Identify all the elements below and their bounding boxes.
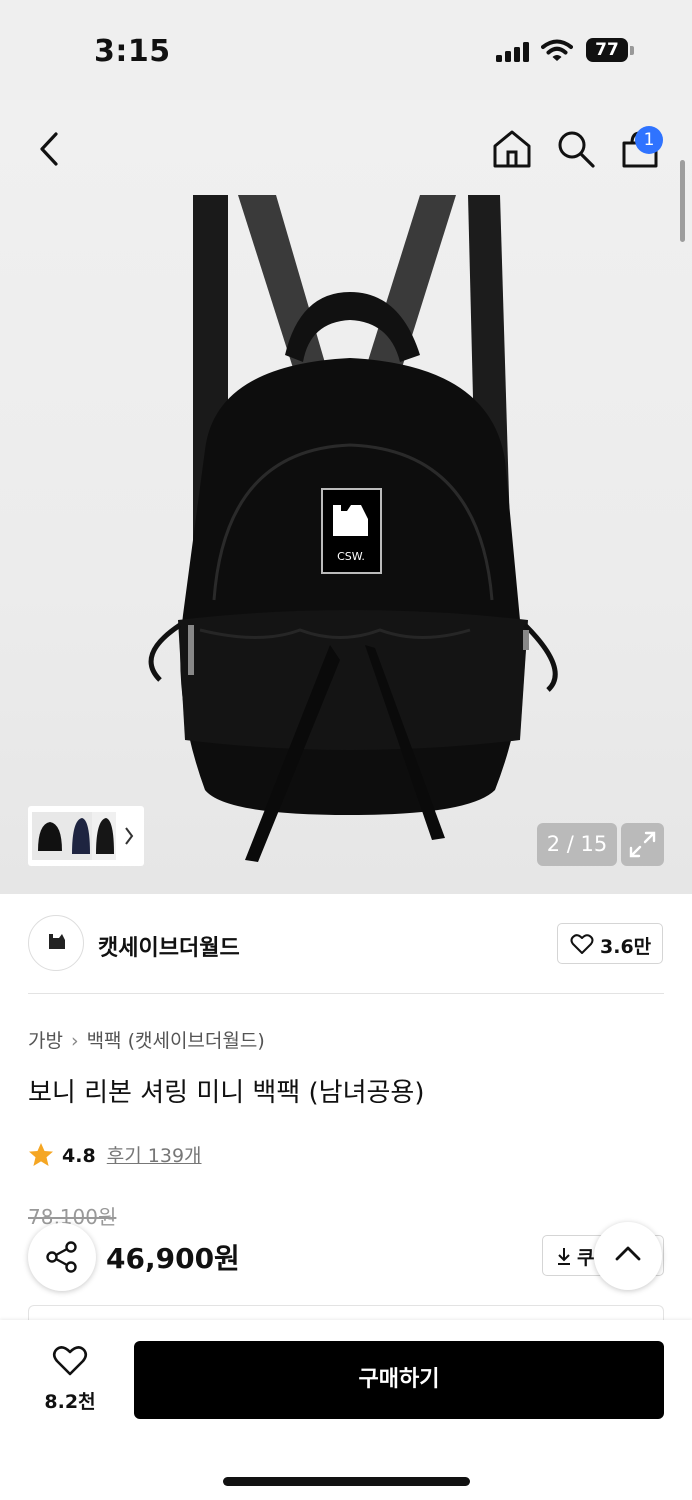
- scroll-indicator[interactable]: [680, 160, 685, 242]
- buy-button[interactable]: 구매하기: [134, 1341, 664, 1419]
- battery-cap: [630, 46, 634, 55]
- brand-like-count: 3.6만: [600, 936, 652, 958]
- breadcrumb-item-category[interactable]: 가방: [28, 1030, 63, 1052]
- wifi-icon: [541, 39, 573, 61]
- scroll-top-button[interactable]: [594, 1222, 662, 1290]
- rating-score: 4.8: [62, 1145, 96, 1167]
- brand-logo-icon: [49, 934, 65, 949]
- backpack-image: CSW.: [148, 195, 558, 862]
- product-image[interactable]: CSW.: [0, 100, 692, 894]
- home-indicator: [223, 1477, 470, 1486]
- share-button[interactable]: [28, 1223, 96, 1291]
- signal-icon: [496, 42, 532, 62]
- thumbnail-strip[interactable]: [28, 806, 144, 866]
- brand-like-button[interactable]: 3.6만: [557, 923, 663, 964]
- chevron-up-icon: [615, 1246, 641, 1261]
- image-counter: 2 / 15: [537, 823, 617, 866]
- breadcrumb-item-subcategory[interactable]: 백팩 (캣세이브더월드): [87, 1030, 265, 1052]
- sale-price: 46,900원: [106, 1242, 240, 1275]
- product-title: 보니 리본 셔링 미니 백팩 (남녀공용): [28, 1078, 425, 1108]
- divider: [28, 993, 664, 994]
- home-icon[interactable]: [491, 128, 533, 170]
- review-link[interactable]: 후기 139개: [107, 1145, 202, 1167]
- wishlist-count: 8.2천: [44, 1391, 96, 1413]
- back-icon[interactable]: [30, 128, 72, 170]
- cart-badge: 1: [635, 126, 663, 154]
- battery-indicator: 77: [586, 38, 628, 62]
- star-icon: [29, 1143, 53, 1166]
- heart-icon: [570, 934, 594, 954]
- search-icon[interactable]: [555, 128, 597, 170]
- thumbnail-images: [32, 812, 134, 860]
- brand-name[interactable]: 캣세이브더월드: [98, 930, 240, 962]
- status-time: 3:15: [94, 34, 171, 69]
- wishlist-heart-icon[interactable]: [52, 1345, 88, 1377]
- share-icon: [46, 1241, 77, 1273]
- expand-button[interactable]: [621, 823, 664, 866]
- brand-logo[interactable]: [28, 915, 84, 971]
- coupon-label: 쿠: [577, 1247, 595, 1269]
- rating-row: 4.8 후기 139개: [28, 1141, 202, 1169]
- breadcrumb-separator-icon: ›: [70, 1030, 79, 1052]
- expand-icon: [629, 831, 656, 858]
- product-logo-text: CSW.: [337, 550, 365, 563]
- breadcrumb: 가방 › 백팩 (캣세이브더월드): [28, 1026, 265, 1053]
- download-icon: [558, 1248, 570, 1265]
